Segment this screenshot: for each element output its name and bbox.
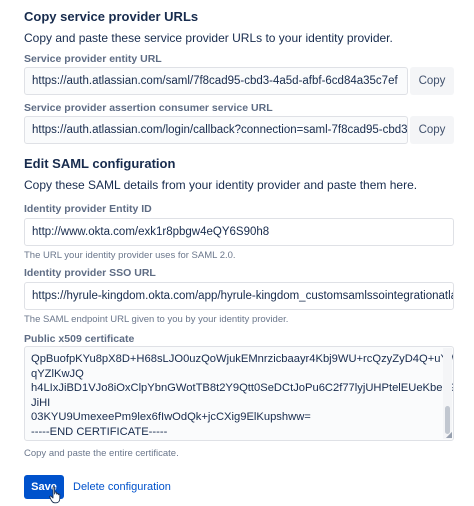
sp-entity-url-field[interactable]: https://auth.atlassian.com/saml/7f8cad95… [24,67,408,95]
idp-sso-url-input[interactable]: https://hyrule-kingdom.okta.com/app/hyru… [24,282,454,310]
certificate-help: Copy and paste the entire certificate. [24,448,179,459]
sp-urls-title: Copy service provider URLs [24,9,199,24]
certificate-label: Public x509 certificate [24,333,135,345]
certificate-scrollbar[interactable] [443,348,452,439]
sp-entity-url-value: https://auth.atlassian.com/saml/7f8cad95… [32,75,398,87]
sp-acs-label: Service provider assertion consumer serv… [24,102,273,114]
certificate-textarea[interactable]: QpBuofpKYu8pX8D+H68sLJO0uzQoWjukEMnrzicb… [24,346,454,441]
sp-acs-url-field[interactable]: https://auth.atlassian.com/login/callbac… [24,116,408,144]
certificate-line: -----END CERTIFICATE----- [31,425,168,438]
idp-sso-url-help: The SAML endpoint URL given to you by yo… [24,314,289,325]
sp-urls-description: Copy and paste these service provider UR… [24,31,393,45]
sp-entity-label: Service provider entity URL [24,53,162,65]
resize-handle-icon[interactable]: ◢ [446,431,452,439]
copy-entity-url-button[interactable]: Copy [410,67,454,95]
certificate-line: QpBuofpKYu8pX8D+H68sLJO0uzQoWjukEMnrzicb… [31,353,454,365]
idp-entity-id-help: The URL your identity provider uses for … [24,250,236,261]
saml-config-title: Edit SAML configuration [24,156,176,171]
certificate-line: h4LIxJiBD1VJo8iOxClpYbnGWotTB8t2Y9Qtt0Se… [31,382,454,395]
certificate-line: JiHI [31,396,51,409]
copy-acs-url-button[interactable]: Copy [410,116,454,144]
idp-entity-id-input[interactable]: http://www.okta.com/exk1r8pbgw4eQY6S90h8 [24,218,454,246]
idp-sso-url-value: https://hyrule-kingdom.okta.com/app/hyru… [32,290,454,302]
idp-entity-id-label: Identity provider Entity ID [24,203,152,215]
sp-acs-url-value: https://auth.atlassian.com/login/callbac… [32,124,408,136]
delete-configuration-button[interactable]: Delete configuration [73,481,171,493]
idp-sso-url-label: Identity provider SSO URL [24,267,156,279]
idp-entity-id-value: http://www.okta.com/exk1r8pbgw4eQY6S90h8 [32,226,270,238]
cursor-hand-icon [49,486,63,504]
certificate-line: 03KYU9UmexeePm9lex6fIwOdQk+jcCXig9ElKups… [31,411,311,424]
certificate-line: qYZlKwJQ [31,367,84,380]
saml-config-description: Copy these SAML details from your identi… [24,178,418,192]
